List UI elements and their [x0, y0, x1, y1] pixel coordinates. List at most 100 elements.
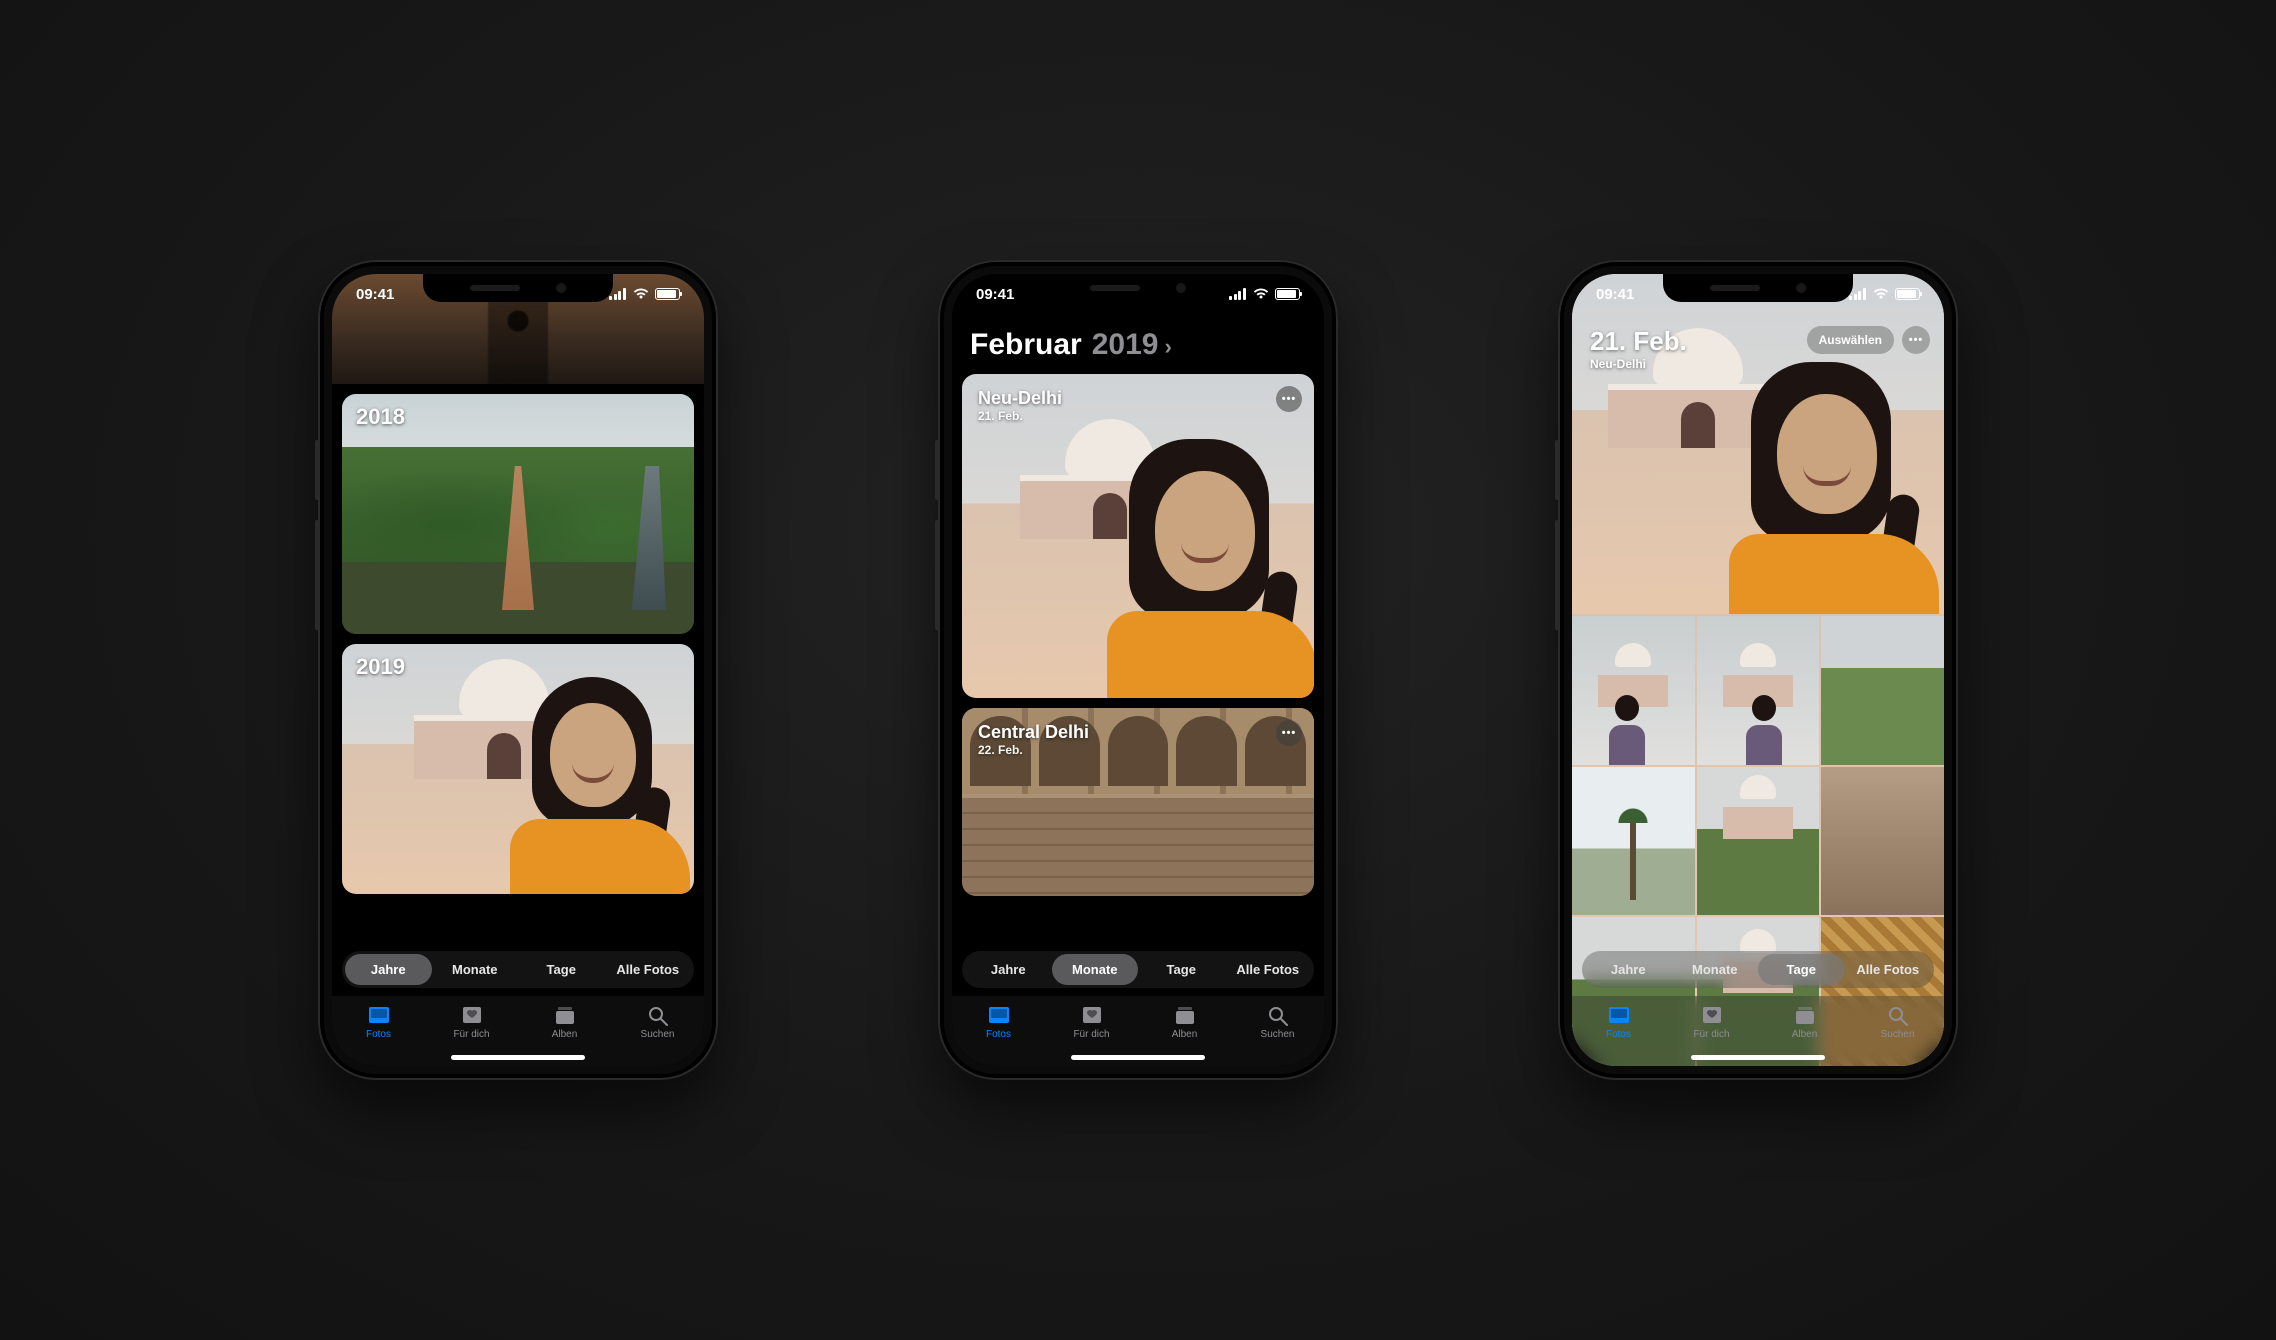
- day-title: 21. Feb.: [1590, 326, 1687, 357]
- notch: [423, 274, 613, 302]
- photo-thumbnail[interactable]: [1572, 767, 1695, 916]
- year-label: 2019: [356, 654, 405, 680]
- day-hero-photo[interactable]: [1572, 274, 1944, 614]
- screen: 09:41: [1572, 274, 1944, 1066]
- status-time: 09:41: [1596, 286, 1634, 303]
- segment-years[interactable]: Jahre: [965, 954, 1052, 985]
- albums-icon: [553, 1004, 577, 1026]
- battery-icon: [1275, 288, 1300, 300]
- more-button[interactable]: •••: [1276, 720, 1302, 746]
- status-time: 09:41: [356, 286, 394, 303]
- for-you-icon: [1080, 1004, 1104, 1026]
- more-button[interactable]: •••: [1902, 326, 1930, 354]
- status-icons: [1229, 288, 1300, 300]
- group-date: 22. Feb.: [978, 743, 1089, 757]
- tab-label: Fotos: [1606, 1029, 1631, 1040]
- tab-label: Für dich: [1693, 1029, 1729, 1040]
- view-segmented-control: Jahre Monate Tage Alle Fotos: [1582, 951, 1934, 988]
- tab-label: Suchen: [1881, 1029, 1915, 1040]
- for-you-icon: [1700, 1004, 1724, 1026]
- segment-months[interactable]: Monate: [1672, 954, 1759, 985]
- tab-photos[interactable]: Fotos: [952, 996, 1045, 1066]
- content-years: 2018 2019: [332, 274, 704, 1066]
- photo-thumbnail[interactable]: [1697, 767, 1820, 916]
- albums-icon: [1793, 1004, 1817, 1026]
- home-indicator[interactable]: [451, 1055, 585, 1060]
- segment-days[interactable]: Tage: [1758, 954, 1845, 985]
- status-time: 09:41: [976, 286, 1014, 303]
- phone-years: 09:41 2018 2019: [318, 260, 718, 1080]
- wifi-icon: [1253, 288, 1269, 300]
- month-group-neudelhi[interactable]: Neu-Delhi 21. Feb. •••: [962, 374, 1314, 698]
- status-icons: [609, 288, 680, 300]
- thumbnail-image: [342, 394, 694, 634]
- albums-icon: [1173, 1004, 1197, 1026]
- photo-thumbnail[interactable]: [1821, 616, 1944, 765]
- photos-icon: [367, 1004, 391, 1026]
- screen: 09:41 Februar 2019 › Neu-Delhi 21. Feb.: [952, 274, 1324, 1066]
- segment-all[interactable]: Alle Fotos: [605, 954, 692, 985]
- month-year: 2019: [1092, 328, 1159, 362]
- year-label: 2018: [356, 404, 405, 430]
- phone-months: 09:41 Februar 2019 › Neu-Delhi 21. Feb.: [938, 260, 1338, 1080]
- year-card-2018[interactable]: 2018: [342, 394, 694, 634]
- select-button[interactable]: Auswählen: [1807, 326, 1894, 354]
- canvas: 09:41 2018 2019: [0, 0, 2276, 1340]
- segment-months[interactable]: Monate: [1052, 954, 1139, 985]
- content-days: 21. Feb. Neu-Delhi Auswählen •••: [1572, 274, 1944, 1066]
- segment-months[interactable]: Monate: [432, 954, 519, 985]
- photos-icon: [1607, 1004, 1631, 1026]
- month-name: Februar: [970, 328, 1082, 362]
- tab-search[interactable]: Suchen: [1851, 996, 1944, 1066]
- view-segmented-control: Jahre Monate Tage Alle Fotos: [342, 951, 694, 988]
- tab-label: Alben: [1172, 1029, 1198, 1040]
- day-subtitle: Neu-Delhi: [1590, 357, 1687, 371]
- tab-label: Suchen: [1261, 1029, 1295, 1040]
- wifi-icon: [633, 288, 649, 300]
- for-you-icon: [460, 1004, 484, 1026]
- tab-label: Fotos: [366, 1029, 391, 1040]
- group-title: Central Delhi: [978, 722, 1089, 743]
- segment-days[interactable]: Tage: [1138, 954, 1225, 985]
- tab-label: Alben: [1792, 1029, 1818, 1040]
- month-header[interactable]: Februar 2019 ›: [970, 328, 1172, 362]
- tab-search[interactable]: Suchen: [1231, 996, 1324, 1066]
- tab-label: Für dich: [1073, 1029, 1109, 1040]
- wifi-icon: [1873, 288, 1889, 300]
- home-indicator[interactable]: [1691, 1055, 1825, 1060]
- segment-all[interactable]: Alle Fotos: [1225, 954, 1312, 985]
- photo-thumbnail[interactable]: [1697, 616, 1820, 765]
- battery-icon: [1895, 288, 1920, 300]
- segment-days[interactable]: Tage: [518, 954, 605, 985]
- photo-thumbnail[interactable]: [1572, 616, 1695, 765]
- notch: [1663, 274, 1853, 302]
- chevron-right-icon: ›: [1164, 334, 1171, 360]
- segment-all[interactable]: Alle Fotos: [1845, 954, 1932, 985]
- photos-icon: [987, 1004, 1011, 1026]
- year-card-2019[interactable]: 2019: [342, 644, 694, 894]
- tab-label: Alben: [552, 1029, 578, 1040]
- search-icon: [1266, 1004, 1290, 1026]
- home-indicator[interactable]: [1071, 1055, 1205, 1060]
- view-segmented-control: Jahre Monate Tage Alle Fotos: [962, 951, 1314, 988]
- tab-photos[interactable]: Fotos: [332, 996, 425, 1066]
- group-title: Neu-Delhi: [978, 388, 1062, 409]
- status-icons: [1849, 288, 1920, 300]
- tab-label: Suchen: [641, 1029, 675, 1040]
- segment-years[interactable]: Jahre: [345, 954, 432, 985]
- tab-photos[interactable]: Fotos: [1572, 996, 1665, 1066]
- tab-search[interactable]: Suchen: [611, 996, 704, 1066]
- search-icon: [646, 1004, 670, 1026]
- group-date: 21. Feb.: [978, 409, 1062, 423]
- more-button[interactable]: •••: [1276, 386, 1302, 412]
- phone-days: 09:41: [1558, 260, 1958, 1080]
- notch: [1043, 274, 1233, 302]
- thumbnail-image: [342, 644, 694, 894]
- segment-years[interactable]: Jahre: [1585, 954, 1672, 985]
- search-icon: [1886, 1004, 1910, 1026]
- battery-icon: [655, 288, 680, 300]
- content-months: Februar 2019 › Neu-Delhi 21. Feb. •••: [952, 274, 1324, 1066]
- photo-thumbnail[interactable]: [1821, 767, 1944, 916]
- month-group-centraldelhi[interactable]: Central Delhi 22. Feb. •••: [962, 708, 1314, 896]
- screen: 09:41 2018 2019: [332, 274, 704, 1066]
